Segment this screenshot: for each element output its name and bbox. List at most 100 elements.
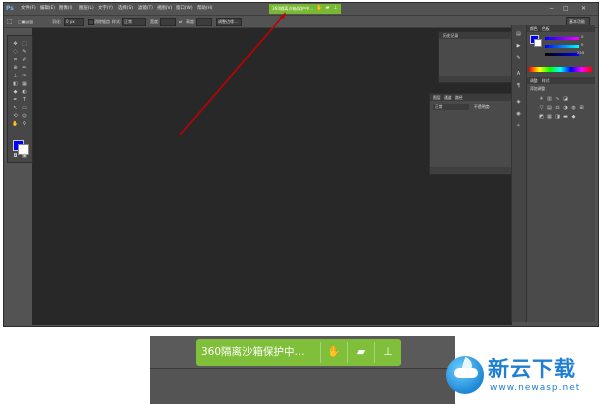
eyedropper-icon[interactable]: ✐ <box>21 57 28 63</box>
marquee-tool-icon[interactable]: ⬚ <box>21 41 28 47</box>
minimize-button[interactable]: − <box>549 5 554 13</box>
tab-adjustments[interactable]: 调整 <box>530 78 538 84</box>
photoshop-window: Ps 文件(F) 编辑(E) 图像(I) 图层(L) 文字(Y) 选择(S) 滤… <box>3 2 599 327</box>
options-bar: ⬚ ▢▣▤▥ 羽化: 0 px 消除锯齿 样式: 正常 宽度: ⇄ 高度: 调整… <box>4 16 598 28</box>
hand-icon[interactable]: ✋ <box>327 345 341 359</box>
style-label: 样式: <box>112 19 122 24</box>
badge-separator <box>374 342 375 363</box>
maximize-button[interactable]: □ <box>563 5 569 13</box>
exposure-icon[interactable]: ◪ <box>563 97 568 102</box>
tab-channels[interactable]: 通道 <box>444 95 452 101</box>
toolbox: ✥ ⬚ ◌ ✎ ⌗ ✐ ⊕ ✏ ⊥ ✑ ◧ ▦ ◆ ◐ ✒ T ↖ ▭ ⟲ ◎ … <box>7 35 33 163</box>
eraser-tool-icon[interactable]: ◧ <box>12 81 19 87</box>
brush-dock-icon[interactable]: ✎ <box>515 55 522 62</box>
hue-sat-icon[interactable]: ▤ <box>547 106 552 111</box>
paragraph-dock-icon[interactable]: ¶ <box>515 83 522 90</box>
channel-mixer-icon[interactable]: ⊞ <box>579 106 584 111</box>
bw-icon[interactable]: ◑ <box>563 106 568 111</box>
shape-tool-icon[interactable]: ▭ <box>21 105 28 111</box>
pen-tool-icon[interactable]: ✒ <box>12 97 19 103</box>
actions-dock-icon[interactable]: ▶ <box>515 43 522 50</box>
healing-brush-icon[interactable]: ⊕ <box>12 65 19 71</box>
selective-color-icon[interactable]: ◆ <box>571 115 576 120</box>
watermark-brand: 新云下载 <box>488 357 576 381</box>
levels-icon[interactable]: ▥ <box>547 97 552 102</box>
menu-file[interactable]: 文件(F) <box>21 5 36 13</box>
menu-select[interactable]: 选择(S) <box>118 5 133 13</box>
character-dock-icon[interactable]: A <box>515 71 522 78</box>
menu-edit[interactable]: 编辑(E) <box>40 5 55 13</box>
red-slider[interactable] <box>545 37 579 40</box>
height-input[interactable] <box>196 18 212 26</box>
crop-tool-icon[interactable]: ⌗ <box>12 57 19 63</box>
color-panel-header: 颜色 色板 <box>527 25 595 32</box>
curves-icon[interactable]: ∿ <box>555 97 560 102</box>
tab-layers[interactable]: 图层 <box>433 95 441 101</box>
posterize-icon[interactable]: ▦ <box>547 115 552 120</box>
type-tool-icon[interactable]: T <box>21 97 28 103</box>
tab-paths[interactable]: 路径 <box>455 95 463 101</box>
swap-icon[interactable]: ⇄ <box>179 18 182 25</box>
lasso-tool-icon[interactable]: ◌ <box>12 49 19 55</box>
threshold-icon[interactable]: ◨ <box>555 115 560 120</box>
close-button[interactable]: ✕ <box>581 5 586 13</box>
watermark-url: www.newasp.net <box>490 383 581 393</box>
history-panel-tab[interactable]: 历史记录 <box>443 33 458 39</box>
screen-mode-icon[interactable]: ▣ <box>21 153 28 159</box>
photo-filter-icon[interactable]: ◍ <box>571 106 576 111</box>
path-select-icon[interactable]: ↖ <box>12 105 19 111</box>
height-label: 高度: <box>186 19 196 24</box>
paths-dock-icon[interactable]: ✧ <box>515 123 522 130</box>
menu-window[interactable]: 窗口(W) <box>176 5 193 13</box>
brightness-icon[interactable]: ☀ <box>539 97 544 102</box>
folder-icon[interactable]: ▰ <box>325 6 330 11</box>
tab-color[interactable]: 颜色 <box>530 26 538 32</box>
history-dock-icon[interactable]: ▤ <box>515 31 522 38</box>
dodge-tool-icon[interactable]: ◐ <box>21 89 28 95</box>
pin-icon[interactable]: ⊥ <box>381 345 395 359</box>
zoom-tool-icon[interactable]: ⚲ <box>21 121 28 127</box>
hand-tool-icon[interactable]: ✋ <box>12 121 19 127</box>
antialias-label: 消除锯齿 <box>94 19 110 24</box>
color-adjust-column: 颜色 色板 0 0 255 调整 样式 添加调整 ☀ ▥ ∿ ◪ ▽ ▤ ⚖ ◑… <box>526 25 595 322</box>
menu-filter[interactable]: 滤镜(T) <box>138 5 153 13</box>
layers-dock-icon[interactable]: ◈ <box>515 99 522 106</box>
new-selection-icon[interactable]: ▢▣▤▥ <box>18 18 33 25</box>
menu-help[interactable]: 帮助(H) <box>197 5 213 13</box>
layers-panel: 图层 通道 路径 正常 不透明度: <box>429 93 514 175</box>
gradient-map-icon[interactable]: ▬ <box>563 115 568 120</box>
3d-orbit-icon[interactable]: ◎ <box>21 113 28 119</box>
menu-view[interactable]: 视图(V) <box>157 5 172 13</box>
move-tool-icon[interactable]: ✥ <box>12 41 19 47</box>
blur-tool-icon[interactable]: ◆ <box>12 89 19 95</box>
color-panel-bg[interactable] <box>534 39 542 47</box>
marquee-tool-icon[interactable]: ⬚ <box>7 18 13 25</box>
invert-icon[interactable]: ◩ <box>539 115 544 120</box>
menu-image[interactable]: 图像(I) <box>59 5 73 13</box>
blue-value: 255 <box>577 50 585 55</box>
width-input[interactable] <box>160 18 176 26</box>
pin-icon[interactable]: ⊥ <box>333 6 338 11</box>
channels-dock-icon[interactable]: ◉ <box>515 111 522 118</box>
sandbox-badge-small: 360隔离沙箱保护中... ✋ ▰ ⊥ <box>269 4 341 14</box>
gradient-tool-icon[interactable]: ▦ <box>21 81 28 87</box>
menu-layer[interactable]: 图层(L) <box>79 5 94 13</box>
vibrance-icon[interactable]: ▽ <box>539 106 544 111</box>
blue-slider[interactable] <box>545 53 579 56</box>
menu-type[interactable]: 文字(Y) <box>98 5 113 13</box>
quick-select-icon[interactable]: ✎ <box>21 49 28 55</box>
green-slider[interactable] <box>545 45 579 48</box>
hand-icon[interactable]: ✋ <box>316 6 322 11</box>
stamp-tool-icon[interactable]: ⊥ <box>12 73 19 79</box>
history-brush-icon[interactable]: ✑ <box>21 73 28 79</box>
zoomed-inset-divider <box>150 368 455 369</box>
brush-tool-icon[interactable]: ✏ <box>21 65 28 71</box>
color-balance-icon[interactable]: ⚖ <box>555 106 560 111</box>
color-spectrum[interactable] <box>529 67 592 72</box>
quick-mask-icon[interactable]: ◘ <box>12 153 19 159</box>
folder-icon[interactable]: ▰ <box>354 345 368 359</box>
3d-rotate-icon[interactable]: ⟲ <box>12 113 19 119</box>
watermark-logo: 新云下载 www.newasp.net <box>446 354 596 400</box>
tab-styles[interactable]: 样式 <box>542 78 550 84</box>
tab-swatches[interactable]: 色板 <box>542 26 550 32</box>
